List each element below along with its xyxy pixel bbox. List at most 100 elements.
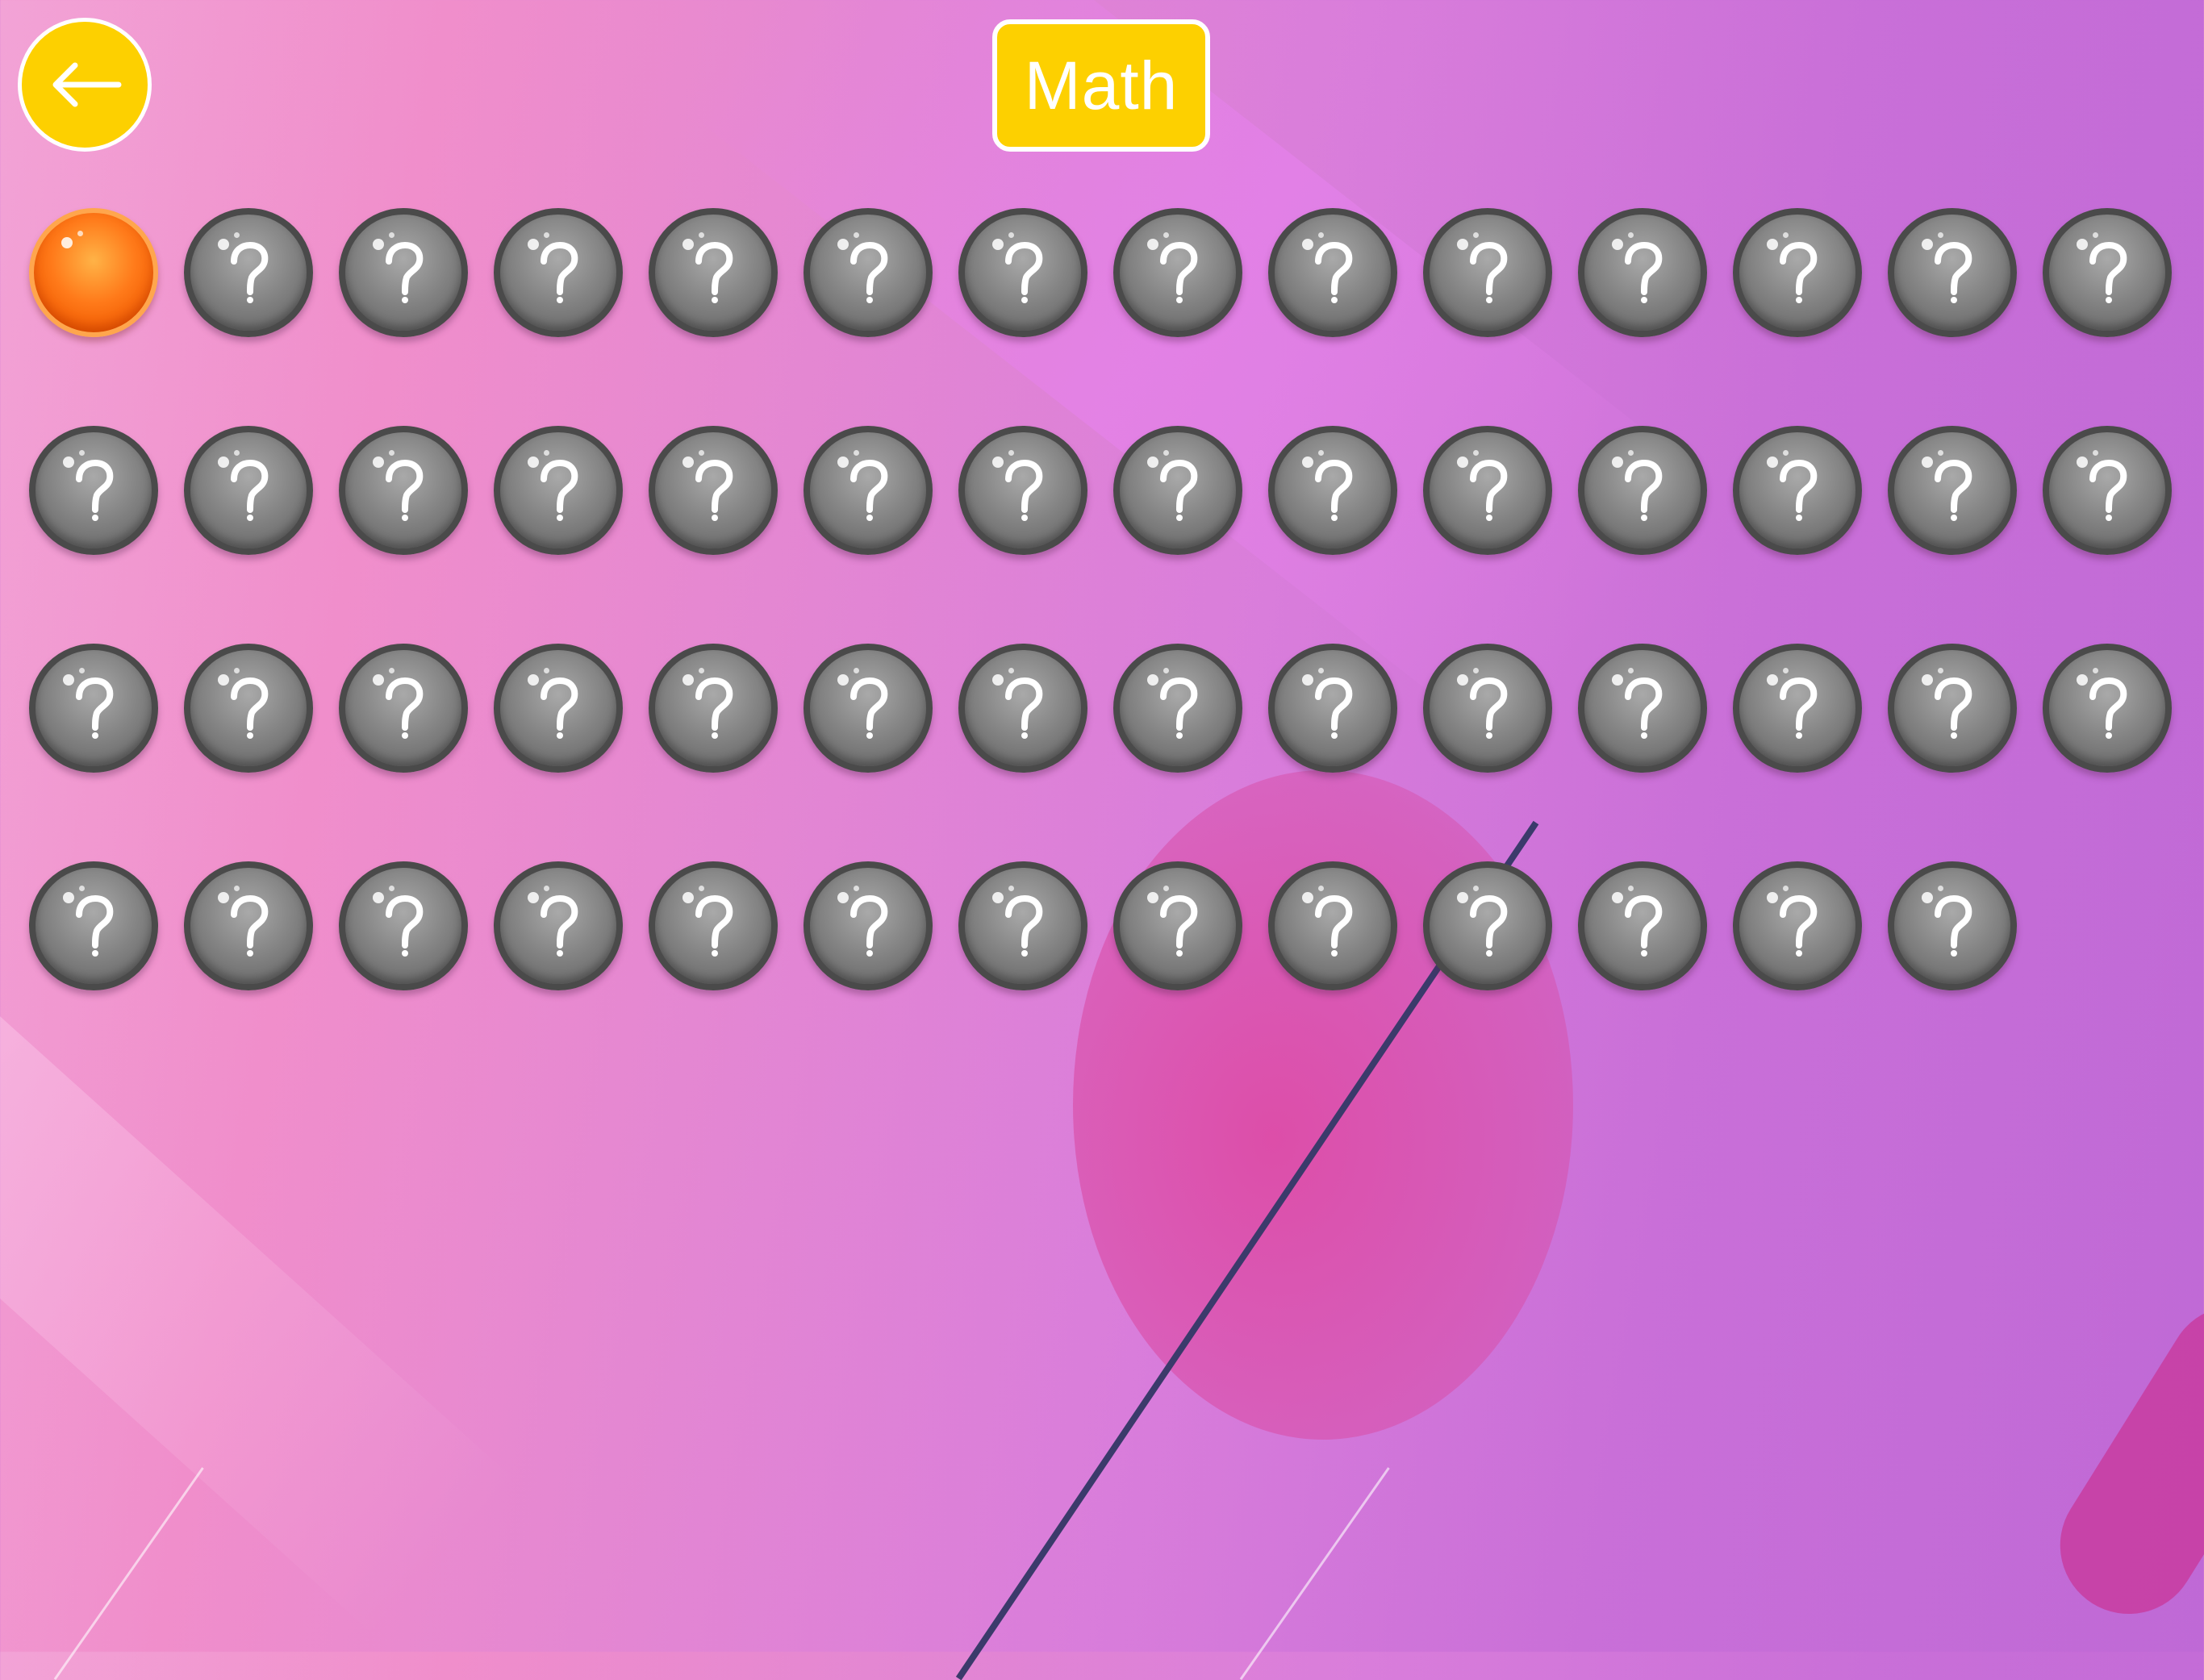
level-button-locked[interactable]	[494, 426, 623, 555]
level-button-locked[interactable]	[804, 644, 933, 773]
question-mark-icon	[190, 432, 307, 548]
level-button-locked[interactable]	[1268, 208, 1397, 337]
level-button-locked[interactable]	[494, 861, 623, 990]
level-button-locked[interactable]	[958, 208, 1087, 337]
level-button-locked[interactable]	[1423, 861, 1552, 990]
question-mark-icon	[2049, 432, 2165, 548]
question-mark-icon	[35, 432, 152, 548]
level-button-locked[interactable]	[1733, 426, 1862, 555]
question-mark-icon	[500, 868, 616, 984]
level-button-locked[interactable]	[1733, 861, 1862, 990]
level-button-locked[interactable]	[494, 644, 623, 773]
back-button[interactable]	[18, 18, 152, 152]
level-button-locked[interactable]	[1578, 644, 1707, 773]
level-button-locked[interactable]	[29, 861, 158, 990]
level-button-locked[interactable]	[1268, 644, 1397, 773]
level-button-locked[interactable]	[649, 208, 778, 337]
question-mark-icon	[500, 215, 616, 331]
question-mark-icon	[1584, 868, 1701, 984]
level-button-locked[interactable]	[1888, 426, 2017, 555]
question-mark-icon	[35, 868, 152, 984]
level-button-locked[interactable]	[339, 861, 468, 990]
level-button-locked[interactable]	[1733, 208, 1862, 337]
level-button-locked[interactable]	[1888, 208, 2017, 337]
background-pill	[2034, 1279, 2204, 1640]
question-mark-icon	[1739, 215, 1855, 331]
question-mark-icon	[965, 868, 1081, 984]
level-button-locked[interactable]	[339, 208, 468, 337]
level-button-locked[interactable]	[1113, 208, 1242, 337]
level-button-locked[interactable]	[649, 644, 778, 773]
question-mark-icon	[190, 868, 307, 984]
question-mark-icon	[1430, 432, 1546, 548]
question-mark-icon	[2049, 215, 2165, 331]
question-mark-icon	[35, 650, 152, 766]
level-button-locked[interactable]	[184, 208, 313, 337]
level-button-current[interactable]	[29, 208, 158, 337]
question-mark-icon	[345, 432, 461, 548]
level-button-locked[interactable]	[958, 644, 1087, 773]
level-button-locked[interactable]	[1733, 644, 1862, 773]
level-button-locked[interactable]	[1578, 861, 1707, 990]
level-button-locked[interactable]	[184, 644, 313, 773]
level-button-locked[interactable]	[29, 426, 158, 555]
title-badge: Math	[992, 19, 1210, 152]
background-line	[53, 1467, 204, 1680]
question-mark-icon	[1430, 650, 1546, 766]
question-mark-icon	[1584, 650, 1701, 766]
question-mark-icon	[965, 650, 1081, 766]
level-button-locked[interactable]	[1268, 861, 1397, 990]
question-mark-icon	[2049, 650, 2165, 766]
level-button-locked[interactable]	[1423, 426, 1552, 555]
question-mark-icon	[1275, 650, 1391, 766]
level-button-locked[interactable]	[1113, 861, 1242, 990]
level-button-locked[interactable]	[184, 426, 313, 555]
question-mark-icon	[1739, 868, 1855, 984]
level-button-locked[interactable]	[2043, 644, 2172, 773]
level-button-locked[interactable]	[804, 208, 933, 337]
level-button-locked[interactable]	[339, 644, 468, 773]
level-button-locked[interactable]	[804, 426, 933, 555]
level-button-locked[interactable]	[958, 861, 1087, 990]
question-mark-icon	[1275, 868, 1391, 984]
level-button-locked[interactable]	[1578, 426, 1707, 555]
level-button-locked[interactable]	[2043, 208, 2172, 337]
level-button-locked[interactable]	[2043, 426, 2172, 555]
level-button-locked[interactable]	[1268, 426, 1397, 555]
question-mark-icon	[810, 432, 926, 548]
level-button-locked[interactable]	[649, 861, 778, 990]
question-mark-icon	[500, 432, 616, 548]
background-line	[1239, 1467, 1390, 1680]
question-mark-icon	[1584, 432, 1701, 548]
question-mark-icon	[1739, 650, 1855, 766]
level-button-locked[interactable]	[1113, 644, 1242, 773]
question-mark-icon	[1120, 868, 1236, 984]
level-button-locked[interactable]	[1578, 208, 1707, 337]
question-mark-icon	[1430, 215, 1546, 331]
question-mark-icon	[810, 215, 926, 331]
question-mark-icon	[345, 868, 461, 984]
question-mark-icon	[1894, 215, 2010, 331]
page-title: Math	[1024, 47, 1179, 123]
level-button-locked[interactable]	[494, 208, 623, 337]
level-button-locked[interactable]	[1423, 644, 1552, 773]
level-button-locked[interactable]	[958, 426, 1087, 555]
question-mark-icon	[1894, 868, 2010, 984]
question-mark-icon	[345, 215, 461, 331]
level-button-locked[interactable]	[1888, 861, 2017, 990]
level-button-locked[interactable]	[184, 861, 313, 990]
level-button-locked[interactable]	[29, 644, 158, 773]
question-mark-icon	[655, 868, 771, 984]
question-mark-icon	[810, 868, 926, 984]
question-mark-icon	[655, 215, 771, 331]
level-button-locked[interactable]	[804, 861, 933, 990]
level-button-locked[interactable]	[1423, 208, 1552, 337]
level-button-locked[interactable]	[649, 426, 778, 555]
level-button-locked[interactable]	[1113, 426, 1242, 555]
level-button-locked[interactable]	[1888, 644, 2017, 773]
question-mark-icon	[190, 650, 307, 766]
arrow-left-icon	[52, 62, 122, 107]
question-mark-icon	[1894, 432, 2010, 548]
level-button-locked[interactable]	[339, 426, 468, 555]
level-grid	[29, 208, 2175, 990]
